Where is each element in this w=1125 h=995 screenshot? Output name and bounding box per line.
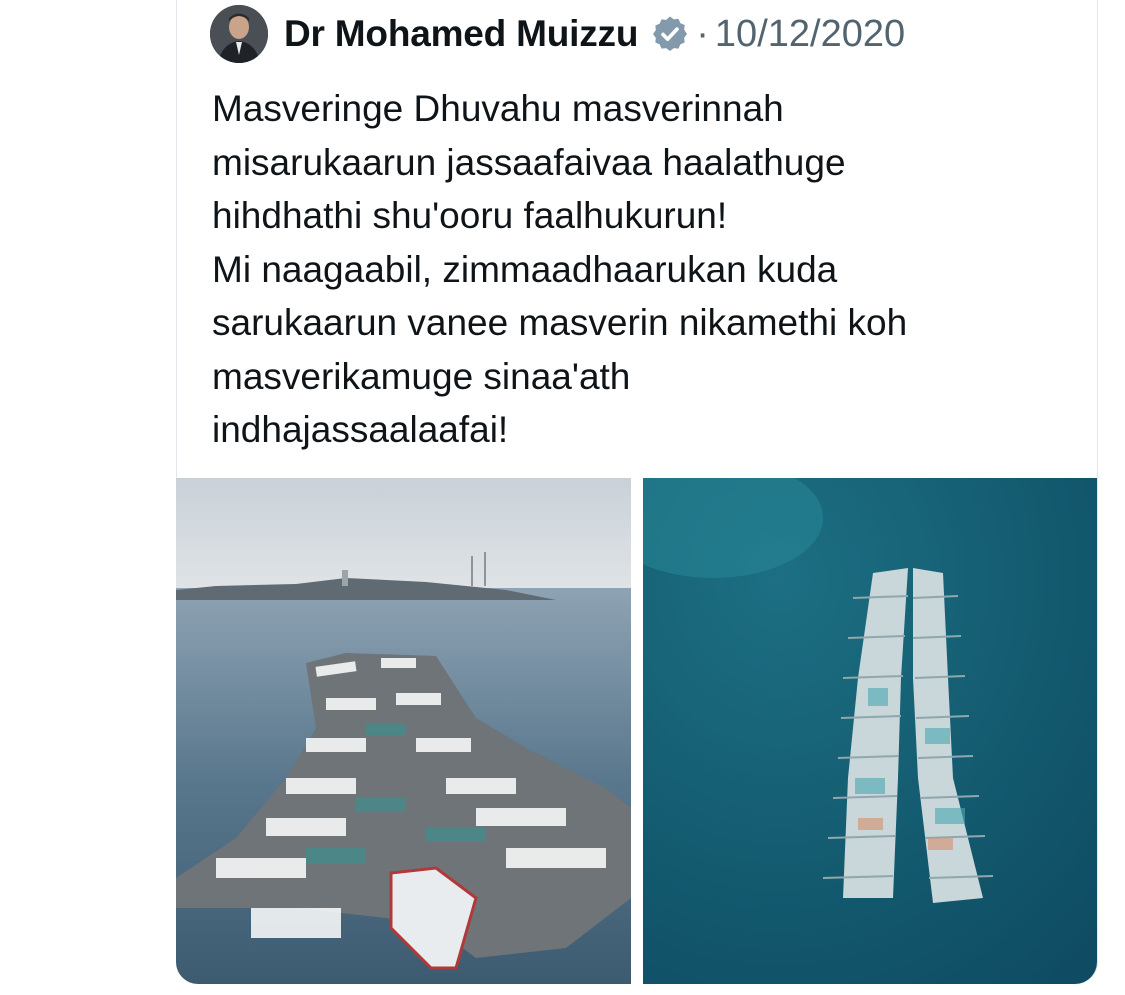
tweet-date[interactable]: 10/12/2020 [715, 13, 905, 56]
tweet-media [176, 478, 1097, 984]
author-name[interactable]: Dr Mohamed Muizzu [284, 13, 638, 55]
aerial-boats-photo[interactable] [643, 478, 1097, 984]
avatar[interactable] [210, 5, 268, 63]
tweet-header: Dr Mohamed Muizzu · 10/12/2020 [210, 4, 905, 64]
avatar-image [210, 5, 268, 63]
tweet-text: Masveringe Dhuvahu masverinnah misarukaa… [212, 88, 908, 450]
media-divider [631, 478, 643, 984]
harbor-boats-photo[interactable] [176, 478, 631, 984]
verified-badge-icon [653, 16, 688, 51]
tweet-separator: · [696, 12, 709, 55]
